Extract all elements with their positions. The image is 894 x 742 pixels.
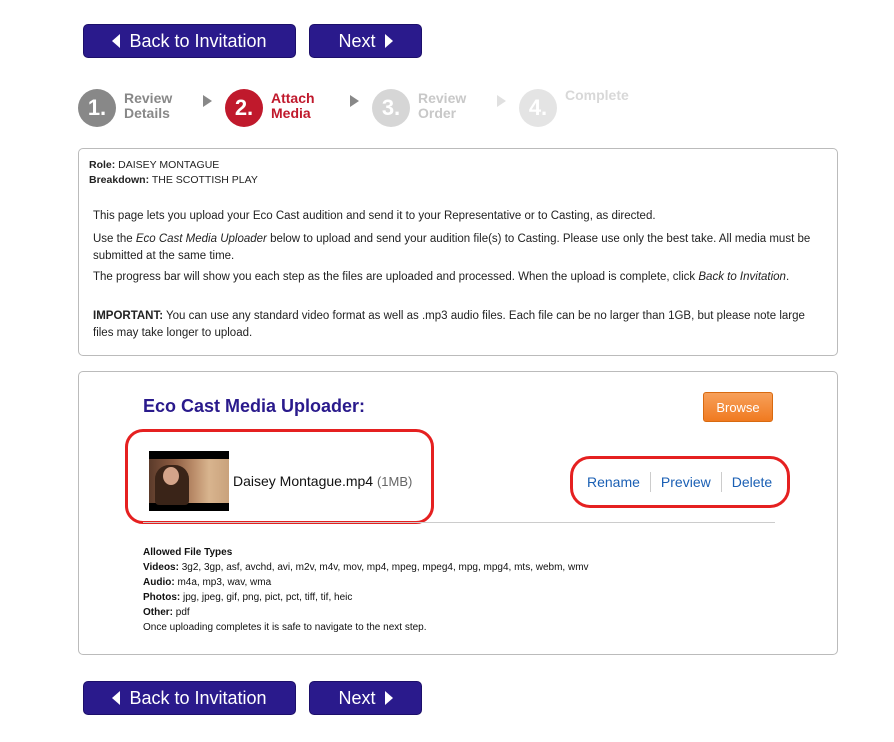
caret-left-icon (112, 34, 121, 48)
text-segment: You can use any standard video format as… (93, 310, 805, 339)
next-button-label: Next (338, 687, 376, 708)
instructions-panel: Role: DAISEY MONTAGUE Breakdown: THE SCO… (78, 148, 838, 356)
step-label-line2: Order (418, 105, 457, 121)
uploader-name-emphasis: Eco Cast Media Uploader (135, 233, 267, 245)
delete-link[interactable]: Delete (722, 474, 782, 490)
step-arrow-icon (497, 95, 506, 107)
thumbnail-face (163, 467, 179, 485)
video-thumbnail[interactable] (149, 451, 229, 511)
step-label: Complete (565, 88, 629, 103)
step-label-line1: Review (124, 90, 173, 106)
role-value: DAISEY MONTAGUE (118, 159, 220, 171)
step-label-line2: Details (124, 105, 170, 121)
step-label-line1: Review (418, 90, 467, 106)
next-button[interactable]: Next (309, 24, 422, 58)
role-label: Role: (89, 159, 116, 171)
text-segment: Use the (93, 233, 136, 245)
allowed-heading: Allowed File Types (143, 547, 233, 558)
caret-left-icon (112, 691, 121, 705)
step-number: 1. (78, 89, 116, 127)
step-review-details: 1. Review Details (78, 89, 172, 127)
file-actions: Rename Preview Delete (577, 472, 782, 492)
important-label: IMPORTANT: (93, 310, 164, 322)
other-list: pdf (175, 607, 190, 618)
other-label: Other: (143, 607, 173, 618)
step-label-line1: Complete (565, 87, 629, 103)
audio-label: Audio: (143, 577, 175, 588)
step-label-line2: Media (271, 105, 311, 121)
back-button-label: Back to Invitation (129, 30, 267, 51)
step-number: 4. (519, 89, 557, 127)
preview-link[interactable]: Preview (651, 474, 721, 490)
back-button-label: Back to Invitation (129, 687, 267, 708)
step-label: Attach Media (271, 91, 315, 121)
step-attach-media: 2. Attach Media (225, 89, 315, 127)
divider (143, 522, 775, 523)
rename-link[interactable]: Rename (577, 474, 650, 490)
step-label: Review Order (418, 91, 466, 121)
videos-label: Videos: (143, 562, 179, 573)
instructions-paragraph-2: Use the Eco Cast Media Uploader below to… (93, 231, 815, 265)
step-arrow-icon (350, 95, 359, 107)
step-label-line1: Attach (271, 90, 315, 106)
media-uploader-panel: Eco Cast Media Uploader: Browse Daisey M… (78, 371, 838, 655)
caret-right-icon (384, 691, 393, 705)
text-segment: The progress bar will show you each step… (93, 271, 699, 283)
file-size: (1MB) (376, 474, 413, 489)
step-review-order: 3. Review Order (372, 89, 466, 127)
role-info: Role: DAISEY MONTAGUE Breakdown: THE SCO… (89, 158, 258, 188)
back-to-invitation-button-bottom[interactable]: Back to Invitation (83, 681, 296, 715)
uploaded-file-name: Daisey Montague.mp4 (1MB) (233, 473, 412, 489)
photos-list: jpg, jpeg, gif, png, pict, pct, tiff, ti… (183, 592, 353, 603)
instructions-paragraph-3: The progress bar will show you each step… (93, 269, 815, 286)
instructions-paragraph-1: This page lets you upload your Eco Cast … (93, 210, 656, 222)
step-number: 3. (372, 89, 410, 127)
audio-list: m4a, mp3, wav, wma (177, 577, 272, 588)
browse-button[interactable]: Browse (703, 392, 773, 422)
back-to-invitation-emphasis: Back to Invitation (698, 271, 786, 283)
breakdown-label: Breakdown: (89, 174, 150, 186)
upload-note: Once uploading completes it is safe to n… (143, 622, 427, 633)
photos-label: Photos: (143, 592, 181, 603)
uploader-title: Eco Cast Media Uploader: (143, 396, 366, 416)
file-name: Daisey Montague.mp4 (233, 473, 374, 489)
instructions-paragraph-important: IMPORTANT: You can use any standard vide… (93, 308, 815, 342)
next-button-bottom[interactable]: Next (309, 681, 422, 715)
videos-list: 3g2, 3gp, asf, avchd, avi, m2v, m4v, mov… (181, 562, 589, 573)
text-segment: . (785, 271, 790, 283)
step-arrow-icon (203, 95, 212, 107)
caret-right-icon (384, 34, 393, 48)
step-number: 2. (225, 89, 263, 127)
allowed-file-types: Allowed File Types Videos: 3g2, 3gp, asf… (143, 545, 589, 635)
breakdown-value: THE SCOTTISH PLAY (151, 174, 258, 186)
step-label: Review Details (124, 91, 172, 121)
step-complete: 4. Complete (519, 88, 629, 127)
back-to-invitation-button[interactable]: Back to Invitation (83, 24, 296, 58)
next-button-label: Next (338, 30, 376, 51)
